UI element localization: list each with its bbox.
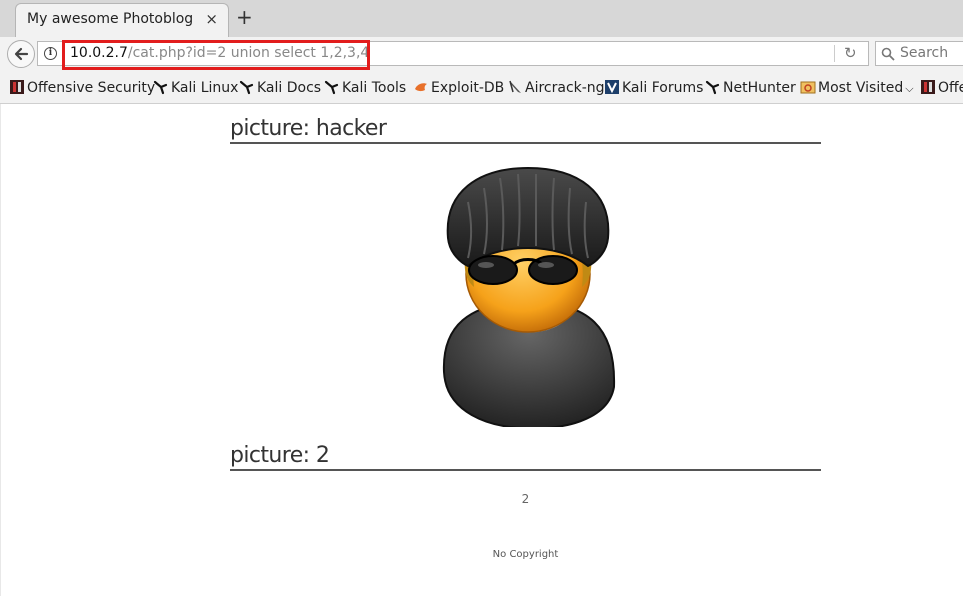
bookmark-label: Aircrack-ng bbox=[525, 80, 605, 96]
bookmark-label: Offensive Security bbox=[27, 80, 156, 96]
bookmark-most-visited[interactable]: Most Visited ⌵ bbox=[800, 79, 914, 96]
kali-dragon-icon bbox=[324, 80, 339, 95]
bookmark-label: NetHunter bbox=[723, 80, 796, 96]
page-content: picture: hacker picture: 2 2 No Copyrigh… bbox=[0, 104, 963, 596]
bookmark-label: Exploit-DB bbox=[431, 80, 505, 96]
folder-icon bbox=[800, 81, 816, 94]
kali-forums-icon bbox=[605, 80, 619, 94]
kali-dragon-icon bbox=[705, 80, 720, 95]
bookmark-label: Kali Tools bbox=[342, 80, 407, 96]
bookmark-aircrack-ng[interactable]: Aircrack-ng bbox=[507, 79, 605, 96]
search-placeholder: Search bbox=[900, 45, 949, 61]
bookmark-label: Kali Linux bbox=[171, 80, 239, 96]
bookmark-offensive-security[interactable]: Offensive Security bbox=[9, 79, 155, 96]
picture-heading: picture: hacker bbox=[230, 116, 821, 144]
hacker-avatar-icon bbox=[442, 166, 616, 430]
bookmark-label: Most Visited bbox=[818, 80, 904, 96]
bookmark-label: Offe bbox=[938, 80, 963, 96]
bookmark-kali-forums[interactable]: Kali Forums bbox=[604, 79, 703, 96]
info-icon[interactable]: i bbox=[44, 47, 57, 60]
tab-strip: My awesome Photoblog × + bbox=[0, 0, 963, 37]
offensive-security-icon bbox=[921, 80, 935, 94]
url-text[interactable]: 10.0.2.7/cat.php?id=2 union select 1,2,3… bbox=[70, 45, 369, 61]
url-path: /cat.php?id=2 union select 1,2,3,4 bbox=[127, 45, 370, 61]
bookmark-nethunter[interactable]: NetHunter bbox=[705, 79, 796, 96]
back-arrow-icon bbox=[14, 47, 29, 61]
offensive-security-icon bbox=[10, 80, 24, 94]
bookmark-kali-tools[interactable]: Kali Tools bbox=[324, 79, 406, 96]
bookmark-label: Kali Forums bbox=[622, 80, 704, 96]
footer-text: No Copyright bbox=[492, 549, 559, 560]
kali-dragon-icon bbox=[239, 80, 254, 95]
bookmark-offensive-security-2[interactable]: Offe bbox=[920, 79, 963, 96]
tab-photoblog[interactable]: My awesome Photoblog × bbox=[15, 3, 229, 37]
close-icon[interactable]: × bbox=[205, 10, 218, 28]
aircrack-icon bbox=[509, 80, 521, 93]
back-button[interactable] bbox=[7, 40, 35, 68]
reload-icon[interactable]: ↻ bbox=[844, 44, 857, 62]
hacker-picture bbox=[438, 162, 618, 430]
url-separator bbox=[834, 45, 835, 62]
picture-caption: 2 bbox=[521, 492, 530, 506]
bookmark-kali-linux[interactable]: Kali Linux bbox=[153, 79, 238, 96]
chevron-down-icon: ⌵ bbox=[905, 82, 914, 95]
search-input[interactable]: Search bbox=[875, 41, 963, 66]
bookmarks-toolbar: Offensive Security Kali Linux Kali Docs … bbox=[0, 70, 963, 104]
bookmark-exploit-db[interactable]: Exploit-DB bbox=[413, 79, 504, 96]
navigation-toolbar: i 10.0.2.7/cat.php?id=2 union select 1,2… bbox=[0, 37, 963, 70]
bookmark-label: Kali Docs bbox=[257, 80, 322, 96]
exploit-db-icon bbox=[415, 83, 427, 92]
address-bar[interactable]: i 10.0.2.7/cat.php?id=2 union select 1,2… bbox=[37, 41, 869, 66]
tab-title: My awesome Photoblog bbox=[27, 11, 194, 27]
new-tab-button[interactable]: + bbox=[236, 5, 253, 29]
kali-dragon-icon bbox=[153, 80, 168, 95]
url-host: 10.0.2.7 bbox=[70, 45, 128, 61]
picture-heading: picture: 2 bbox=[230, 443, 821, 471]
search-icon bbox=[881, 47, 895, 61]
bookmark-kali-docs[interactable]: Kali Docs bbox=[239, 79, 321, 96]
